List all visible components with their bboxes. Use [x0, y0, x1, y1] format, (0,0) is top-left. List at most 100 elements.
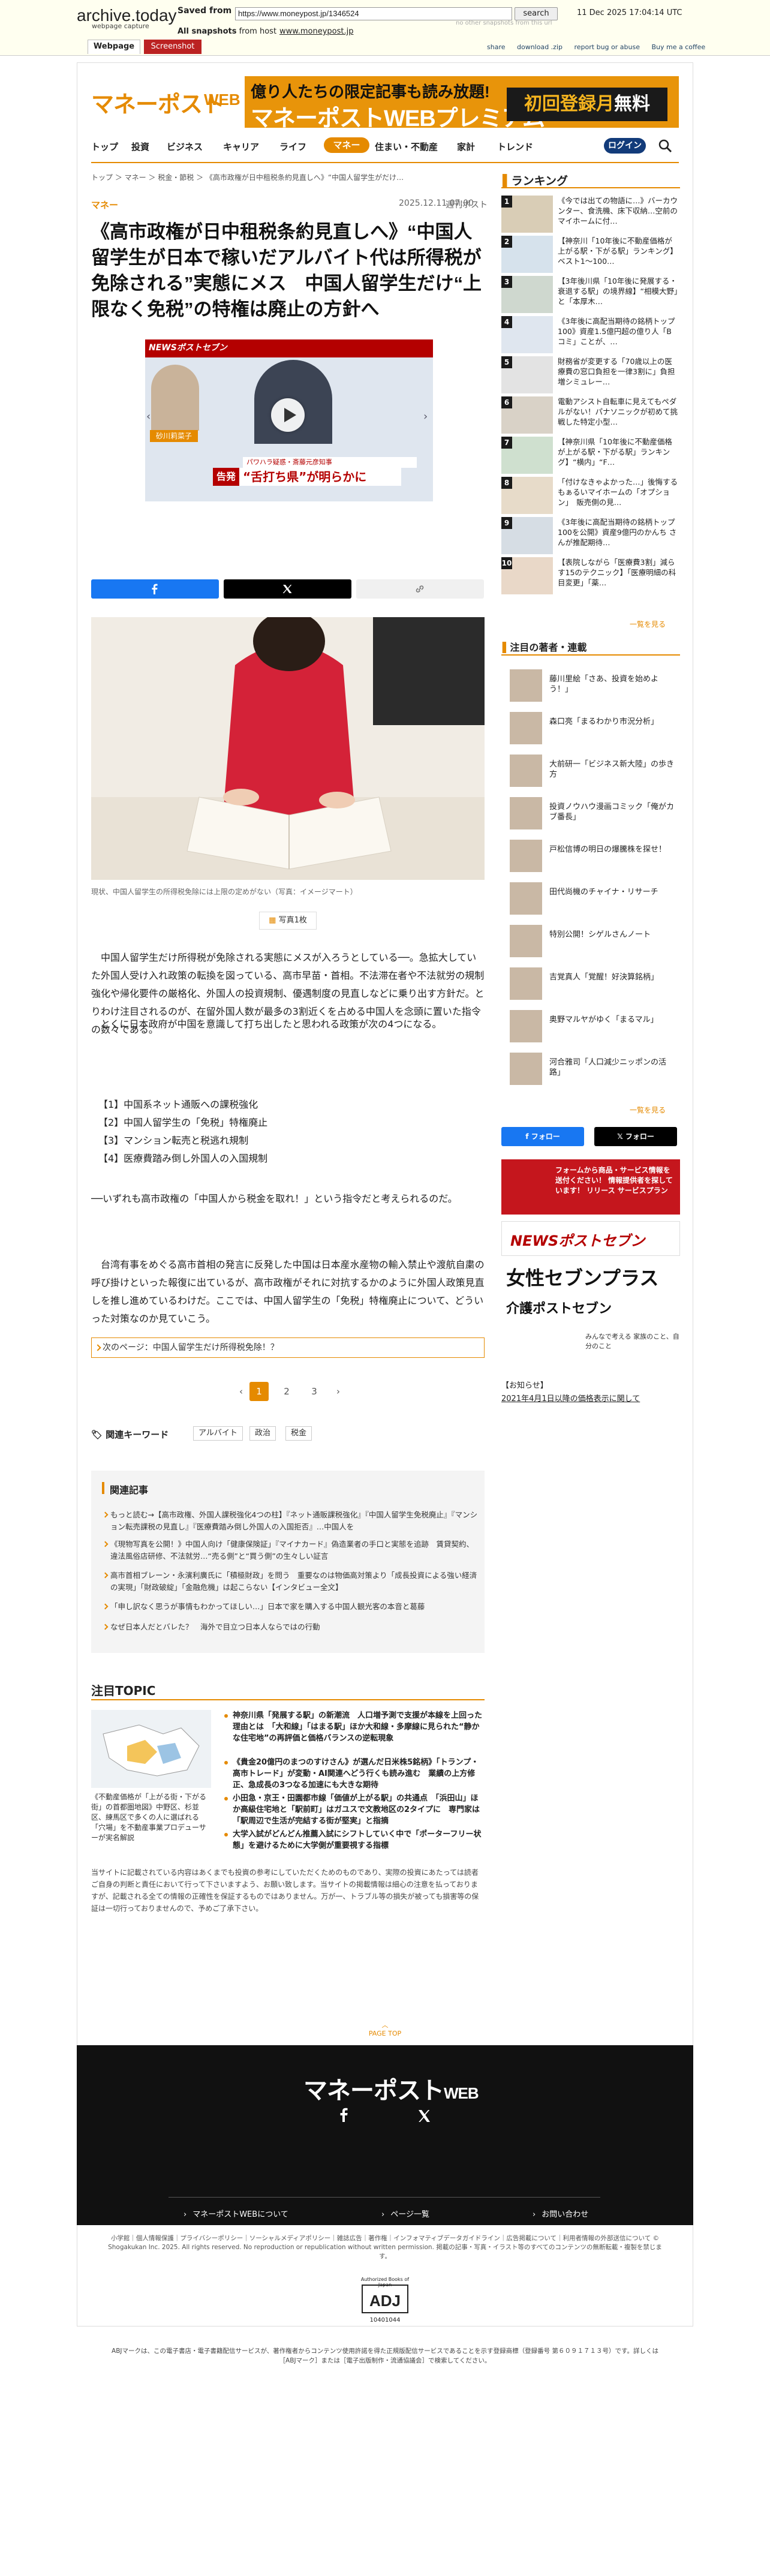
- related-article-link[interactable]: なぜ日本人だとバレた？ 海外で目立つ日本人ならではの行動: [110, 1621, 479, 1633]
- ranking-item[interactable]: 4 《3年後に高配当期待の銘柄トップ100》資産1.5億円超の億り人「B コミ」こ…: [501, 316, 679, 357]
- follow-x-button[interactable]: 𝕏 フォロー: [594, 1127, 677, 1146]
- footer-facebook-icon[interactable]: [338, 2108, 349, 2122]
- ranking-item[interactable]: 3 【3年後川県「10年後に発展する・衰退する駅」の境界線】“相模大野」と「本厚木…: [501, 276, 679, 317]
- ranking-item[interactable]: 5 財務省が変更する「70歳以上の医療費の窓口負担を一律3割に」負担増シミュレー…: [501, 356, 679, 397]
- site-logo-web[interactable]: WEB: [204, 91, 240, 109]
- author-name: 吉覚真人「覚醒！好決算銘柄」: [549, 973, 659, 982]
- page-2-button[interactable]: 2: [277, 1382, 296, 1401]
- keyword-tag[interactable]: アルバイト: [193, 1426, 243, 1441]
- tag-icon: 🏷: [91, 1429, 106, 1440]
- ranking-item[interactable]: 8 「付けなきゃよかった…」後悔するもぁるいマイホームの「オプション」 販売側の見…: [501, 477, 679, 518]
- list-item: 【4】医療費踏み倒し外国人の入国規制: [98, 1153, 268, 1164]
- sidebar-banner-josei[interactable]: 女性セブンプラス: [501, 1260, 680, 1291]
- page-3-button[interactable]: 3: [305, 1382, 324, 1401]
- follow-facebook-button[interactable]: f フォロー: [501, 1127, 584, 1146]
- page-1-button[interactable]: 1: [249, 1382, 269, 1401]
- breadcrumb[interactable]: トップ ＞ マネー ＞ 税金・節税 ＞ 《高市政権が日中租税条約見直しへ》“中国…: [91, 172, 487, 182]
- saved-url-input[interactable]: https://www.moneypost.jp/1346524: [235, 7, 512, 20]
- footer-link-contact[interactable]: お問い合わせ: [533, 2208, 588, 2219]
- article-photo[interactable]: [91, 617, 485, 880]
- author-item[interactable]: 森口亮「まるわかり市況分析」: [510, 712, 678, 744]
- ranking-item[interactable]: 6 電動アシスト自転車に見えてもペダルがない！パナソニックが初めて挑戦した特定小型…: [501, 396, 679, 437]
- archive-logo-sub: webpage capture: [92, 22, 149, 30]
- ranking-item[interactable]: 2 【神奈川「10年後に不動産価格が上がる駅・下がる駅」ランキング】ベスト1〜10…: [501, 236, 679, 276]
- archive-host-link[interactable]: www.moneypost.jp: [279, 27, 353, 36]
- related-article-link[interactable]: 「申し訳なく思うが事情もわかってほしい…」日本で家を購入する中国人観光客の本音と…: [110, 1601, 479, 1613]
- search-icon[interactable]: [657, 138, 673, 154]
- nav-item-trend[interactable]: トレンド: [497, 137, 533, 157]
- keyword-tag[interactable]: 政治: [249, 1426, 276, 1441]
- footer-link-pages[interactable]: ページ一覧: [381, 2208, 429, 2219]
- share-link[interactable]: share: [487, 43, 506, 51]
- nav-item-housing[interactable]: 住まい・不動産: [375, 137, 438, 157]
- premium-banner-cta[interactable]: 初回登録月無料: [507, 88, 667, 121]
- author-item[interactable]: 投資ノウハウ漫画コミック「俺がカブ番長」: [510, 797, 678, 829]
- ranking-more-link[interactable]: 一覧を見る: [630, 619, 666, 629]
- author-item[interactable]: 特別公開！シゲルさんノート: [510, 925, 678, 957]
- related-article-link[interactable]: 高市首相ブレーン・永濱利廣氏に「積極財政」を問う 重要なのは物価高対策より「成長…: [110, 1570, 479, 1594]
- student-reading-image: [91, 617, 485, 880]
- next-page-link[interactable]: 次のページ：中国人留学生だけ所得税免除！？: [91, 1337, 485, 1358]
- sidebar-banner-newspost[interactable]: NEWSポストセブン: [501, 1221, 680, 1256]
- ranking-text: 《今では出ての物語に…》バーカウンター、食洗機、床下収納…空前のマイホームに付…: [558, 196, 678, 226]
- article-category[interactable]: マネー: [91, 199, 118, 211]
- topic-image-caption[interactable]: 《不動産価格が「上がる街・下がる街」の首都圏地図》中野区、杉並区、練馬区で多くの…: [91, 1792, 211, 1843]
- ranking-item[interactable]: 1 《今では出ての物語に…》バーカウンター、食洗機、床下収納…空前のマイホームに付…: [501, 196, 679, 236]
- play-icon[interactable]: [271, 398, 305, 432]
- ranking-item[interactable]: 10 【表院しながら「医療費3割」減らす15のテクニック】「医療明細の科目変更」「…: [501, 557, 679, 598]
- share-facebook-button[interactable]: [91, 579, 219, 599]
- footer-logo[interactable]: マネーポストWEB: [303, 2071, 479, 2106]
- login-button[interactable]: ログイン: [604, 138, 646, 154]
- prev-page-icon[interactable]: ‹: [231, 1382, 251, 1401]
- keyword-tag[interactable]: 税金: [285, 1426, 312, 1441]
- photo-count-button[interactable]: ▦ 写真1枚: [259, 912, 317, 930]
- notice-link[interactable]: 2021年4月1日以降の価格表示に関して: [501, 1392, 640, 1403]
- footer-link-about[interactable]: マネーポストWEBについて: [184, 2208, 288, 2219]
- tab-screenshot[interactable]: Screenshot: [144, 40, 201, 54]
- sidebar-banner-release[interactable]: フォームから商品・サービス情報を送付ください！ 情報提供者を探しています！ リリ…: [501, 1159, 680, 1215]
- ranking-item[interactable]: 7 【神奈川県「10年後に不動産価格が上がる駅・下がる駅」ランキング】“横内」“F…: [501, 437, 679, 477]
- author-more-link[interactable]: 一覧を見る: [630, 1105, 666, 1115]
- chevron-left-icon[interactable]: ‹: [146, 410, 151, 423]
- topic-article-link[interactable]: 大学入試がどんどん推薦入試にシフトしていく中で「ポーターフリー状態」を避けるため…: [224, 1829, 485, 1851]
- author-item[interactable]: 田代尚機のチャイナ・リサーチ: [510, 882, 678, 915]
- author-item[interactable]: 藤川里絵「さあ、投資を始めよう！」: [510, 669, 678, 702]
- author-item[interactable]: 戸松信博の明日の爆騰株を探せ！: [510, 840, 678, 872]
- ranking-text: 財務省が変更する「70歳以上の医療費の窓口負担を一律3割に」負担増シミュレー…: [558, 357, 675, 386]
- avatar: [510, 1010, 542, 1042]
- copy-link-button[interactable]: [356, 579, 484, 599]
- download-link[interactable]: download .zip: [517, 43, 563, 51]
- link-icon: [416, 585, 424, 593]
- author-item[interactable]: 河合雅司「人口減少ニッポンの活路」: [510, 1053, 678, 1085]
- ranking-item[interactable]: 9 《3年後に高配当期待の銘柄トップ100を公開》資産9億円のかんち さんが推配期…: [501, 517, 679, 558]
- nav-item-top[interactable]: トップ: [91, 137, 118, 157]
- report-link[interactable]: report bug or abuse: [575, 43, 640, 51]
- nav-item-career[interactable]: キャリア: [223, 137, 259, 157]
- share-x-button[interactable]: [224, 579, 351, 599]
- topic-article-link[interactable]: 《貴金20億円のまつのすけさん》が選んだ日米株5銘柄》「トランプ・高市トレード」…: [224, 1757, 485, 1791]
- author-item[interactable]: 奥野マルヤがゆく「まるマル」: [510, 1010, 678, 1042]
- nav-item-household[interactable]: 家計: [457, 137, 475, 157]
- next-page-icon[interactable]: ›: [329, 1382, 348, 1401]
- topic-article-link[interactable]: 小田急・京王・田園都市線「価値が上がる駅」の共通点 「浜田山」ほか高級住宅地と「…: [224, 1793, 485, 1827]
- page-top-link[interactable]: ︿ PAGE TOP: [360, 2020, 410, 2037]
- related-article-link[interactable]: 《現物写真を公開！》中国人向け「健康保険証」『マイナカード』偽造業者の手口と実態…: [110, 1538, 479, 1562]
- nav-item-life[interactable]: ライフ: [279, 137, 306, 157]
- related-article-link[interactable]: もっと読む→【高市政権、外国人課税強化4つの柱】『ネット通販課税強化』『中国人留…: [110, 1509, 479, 1533]
- topic-map-image[interactable]: [91, 1710, 211, 1788]
- nav-item-money[interactable]: マネー: [324, 137, 369, 153]
- chevron-right-icon[interactable]: ›: [423, 410, 428, 423]
- sidebar-banner-kaigo[interactable]: 介護ポストセブン: [501, 1295, 680, 1327]
- archive-search-button[interactable]: search: [515, 7, 558, 20]
- nav-item-invest[interactable]: 投資: [131, 137, 149, 157]
- author-item[interactable]: 吉覚真人「覚醒！好決算銘柄」: [510, 967, 678, 1000]
- coffee-link[interactable]: Buy me a coffee: [651, 43, 705, 51]
- tab-webpage[interactable]: Webpage: [88, 40, 140, 54]
- ranking-number: 8: [501, 477, 512, 489]
- ranking-text: 《3年後に高配当期待の銘柄トップ100》資産1.5億円超の億り人「B コミ」こと…: [558, 317, 675, 346]
- topic-article-link[interactable]: 神奈川県「発展する駅」の新潮流 人口増予測で支援が本線を上回った理由とは 「大和…: [224, 1710, 485, 1744]
- footer-x-icon[interactable]: [417, 2109, 431, 2123]
- author-item[interactable]: 大前研一「ビジネス新大陸」の歩き方: [510, 755, 678, 787]
- nav-item-business[interactable]: ビジネス: [167, 137, 203, 157]
- all-snapshots: All snapshots from host: [178, 27, 277, 36]
